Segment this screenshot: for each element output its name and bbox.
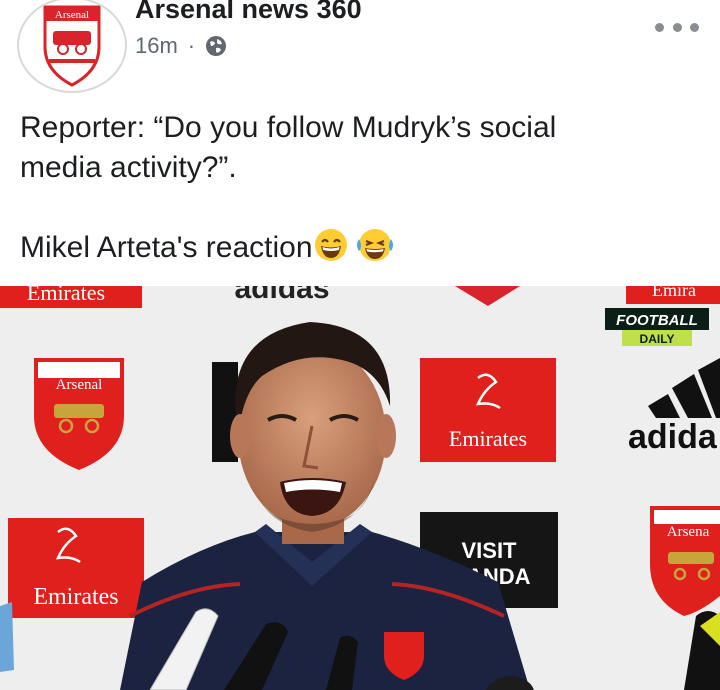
- page-avatar[interactable]: Arsenal: [17, 0, 127, 93]
- visit-line1: VISIT: [461, 538, 517, 563]
- face-with-tears-of-joy-icon: [356, 229, 393, 261]
- page-name[interactable]: Arsenal news 360: [135, 0, 362, 25]
- post-meta: 16m ·: [135, 33, 227, 59]
- more-options-icon[interactable]: [655, 12, 699, 42]
- sponsor-top-center: adidas: [234, 286, 329, 305]
- globe-icon: [206, 36, 227, 56]
- post-text-reaction: Mikel Arteta's reaction: [20, 231, 313, 264]
- press-conference-image: Emirates adidas Emira FOOTBALL DAILY Ars…: [0, 286, 720, 690]
- crest-right-text: Arsena: [667, 524, 710, 540]
- emirates-center-text: Emirates: [449, 426, 527, 451]
- crest-left-text: Arsenal: [56, 377, 103, 393]
- post-photo[interactable]: Emirates adidas Emira FOOTBALL DAILY Ars…: [0, 286, 720, 690]
- football-daily-line2: DAILY: [640, 332, 675, 346]
- post-timestamp[interactable]: 16m: [135, 33, 178, 59]
- adidas-right-text: adida: [628, 418, 718, 456]
- football-daily-line1: FOOTBALL: [616, 312, 698, 329]
- meta-separator: ·: [187, 33, 196, 58]
- sponsor-top-right: Emira: [652, 286, 696, 300]
- emirates-left-text: Emirates: [33, 584, 118, 610]
- post-text: Reporter: “Do you follow Mudryk’s social…: [20, 108, 700, 268]
- svg-text:Arsenal: Arsenal: [55, 9, 89, 21]
- sponsor-top-left: Emirates: [27, 286, 105, 305]
- post-text-line: media activity?”.: [20, 151, 237, 184]
- arsenal-crest-avatar: Arsenal: [43, 5, 101, 87]
- post-header: Arsenal Arsenal news 360 16m ·: [0, 0, 720, 100]
- grinning-face-with-smiling-eyes-icon: [314, 229, 347, 261]
- post-text-line: Mikel Arteta's reaction: [20, 227, 700, 268]
- post-text-line: Reporter: “Do you follow Mudryk’s social: [20, 111, 557, 144]
